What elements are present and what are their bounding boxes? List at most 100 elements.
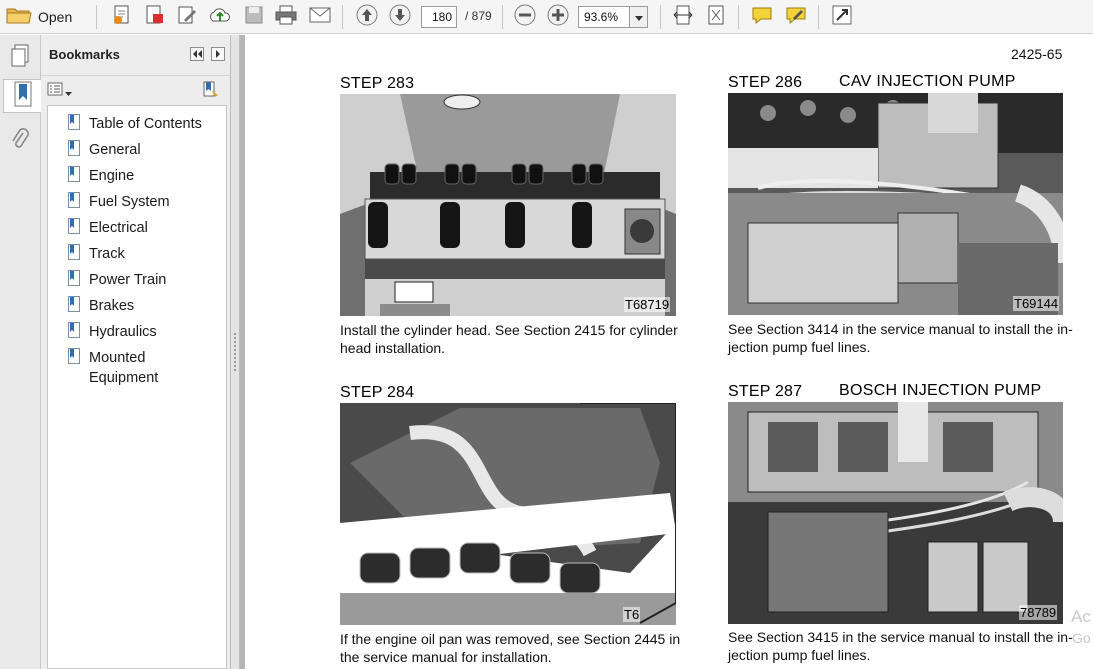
minus-circle-icon (514, 4, 536, 31)
expand-panel-button[interactable] (211, 47, 225, 61)
step-283-caption-line1: Install the cylinder head. See Section 2… (340, 322, 678, 338)
bookmarks-tree: Table of Contents General Engine Fuel Sy… (47, 105, 227, 669)
step-286-subheading: CAV INJECTION PUMP (839, 73, 1016, 90)
fullscreen-button[interactable] (828, 4, 856, 30)
email-button[interactable] (306, 4, 334, 30)
attachments-button[interactable] (3, 125, 37, 159)
bookmark-icon (68, 218, 80, 234)
step-283-caption-line2: head installation. (340, 340, 446, 356)
zoom-in-button[interactable] (545, 4, 571, 30)
bookmark-icon (68, 192, 80, 208)
bookmark-item-power-train[interactable]: Power Train (68, 270, 166, 290)
step-284-caption: If the engine oil pan was removed, see S… (340, 630, 680, 666)
bookmark-icon (68, 348, 80, 364)
zoom-dropdown-button[interactable] (630, 6, 648, 28)
step-287-photo-code: 78789 (1019, 605, 1058, 620)
bookmark-item-engine[interactable]: Engine (68, 166, 134, 186)
next-page-button[interactable] (387, 4, 413, 30)
options-list-icon (47, 82, 63, 101)
pages-icon (10, 44, 30, 73)
edit-pencil-icon (176, 4, 198, 31)
bookmark-icon (68, 322, 80, 338)
zoom-out-button[interactable] (512, 4, 538, 30)
bookmarks-toolbar (41, 75, 231, 103)
bookmark-item-electrical[interactable]: Electrical (68, 218, 148, 238)
find-bookmark-button[interactable] (202, 81, 220, 104)
bookmark-icon (68, 244, 80, 260)
upload-button[interactable] (206, 4, 234, 30)
bookmark-label: Fuel System (89, 194, 170, 210)
panel-splitter[interactable] (231, 35, 240, 669)
chevron-right-icon (215, 45, 221, 63)
page-thumbnails-button[interactable] (3, 41, 37, 75)
chevron-down-icon (65, 83, 72, 101)
bookmark-label: Engine (89, 168, 135, 184)
highlighter-icon (785, 5, 807, 30)
bookmark-label: Brakes (89, 298, 135, 314)
fit-page-icon (706, 4, 726, 31)
step-284-photo-code: T6 (623, 607, 641, 622)
page-number-input[interactable]: 180 (421, 6, 457, 28)
create-pdf-button[interactable] (108, 4, 136, 30)
paperclip-icon (11, 127, 29, 157)
arrow-down-circle-icon (389, 4, 411, 31)
bookmark-label: Mounted Equipment (89, 348, 158, 388)
chevron-down-icon (634, 8, 643, 26)
bookmark-icon (68, 166, 80, 182)
bookmark-label: Hydraulics (89, 324, 157, 340)
cloud-upload-icon (208, 4, 232, 31)
folder-icon (6, 5, 32, 30)
pdf-convert-icon (143, 4, 165, 31)
document-page: 2425-65 STEP 283 T68719 Install the cyli… (245, 35, 1093, 669)
previous-page-button[interactable] (354, 4, 380, 30)
bookmark-label-line2: Equipment (89, 370, 159, 386)
zoom-level-input[interactable]: 93.6% (578, 6, 630, 28)
arrow-up-circle-icon (356, 4, 378, 31)
step-284-caption-line1: If the engine oil pan was removed, see S… (340, 631, 681, 647)
bookmark-item-brakes[interactable]: Brakes (68, 296, 134, 316)
navigation-pane-strip (0, 35, 41, 669)
double-chevron-left-icon (192, 45, 202, 63)
step-283-heading: STEP 283 (340, 75, 415, 92)
page-header-number: 2425-65 (1011, 46, 1063, 62)
edit-document-button[interactable] (173, 4, 201, 30)
open-label: Open (38, 9, 73, 25)
step-287-caption: See Section 3415 in the service manual t… (728, 628, 1073, 664)
bookmark-item-table-of-contents[interactable]: Table of Contents (68, 114, 202, 134)
bookmark-item-general[interactable]: General (68, 140, 141, 160)
speech-bubble-icon (751, 5, 773, 30)
floppy-disk-icon (244, 5, 264, 30)
printer-icon (275, 5, 297, 30)
print-button[interactable] (272, 4, 300, 30)
bookmarks-title: Bookmarks (49, 47, 120, 62)
envelope-icon (309, 6, 331, 29)
collapse-panel-button[interactable] (190, 47, 204, 61)
bookmark-item-hydraulics[interactable]: Hydraulics (68, 322, 157, 342)
activation-watermark-line2: Go (1072, 630, 1091, 646)
bookmark-item-track[interactable]: Track (68, 244, 125, 264)
bookmarks-button[interactable] (3, 79, 41, 113)
bookmark-label: Track (89, 246, 125, 262)
step-286-heading: STEP 286 (728, 74, 803, 91)
highlight-button[interactable] (782, 4, 810, 30)
fit-page-button[interactable] (703, 4, 729, 30)
comment-button[interactable] (748, 4, 776, 30)
step-283-photo-code: T68719 (624, 297, 671, 312)
bookmark-item-mounted-equipment[interactable]: Mounted Equipment (68, 348, 158, 388)
bookmark-options-button[interactable] (47, 82, 72, 101)
step-287-heading: STEP 287 (728, 383, 803, 400)
bookmark-icon (68, 296, 80, 312)
step-286-photo: T69144 (728, 93, 1063, 315)
bookmark-item-fuel-system[interactable]: Fuel System (68, 192, 170, 212)
fit-width-button[interactable] (670, 4, 696, 30)
create-document-icon (111, 4, 133, 31)
fit-width-icon (673, 4, 693, 31)
step-286-caption-line1: See Section 3414 in the service manual t… (728, 321, 1073, 337)
main-toolbar: Open 180 / 879 93.6% (0, 0, 1093, 34)
step-286-caption-line2: jection pump fuel lines. (728, 339, 871, 355)
bookmark-label: Table of Contents (89, 116, 202, 132)
save-button[interactable] (240, 4, 268, 30)
open-button[interactable]: Open (6, 4, 86, 30)
convert-pdf-button[interactable] (140, 4, 168, 30)
page-total-label: / 879 (465, 9, 492, 23)
